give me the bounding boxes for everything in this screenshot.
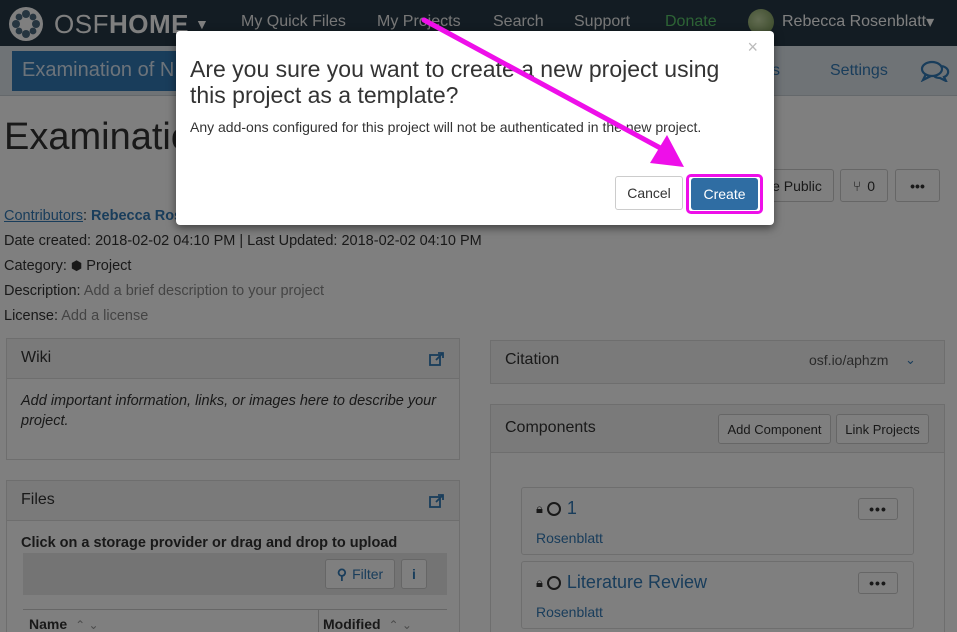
modal-title: Are you sure you want to create a new pr… — [190, 56, 720, 108]
close-icon[interactable]: × — [747, 37, 758, 58]
cancel-button[interactable]: Cancel — [615, 176, 683, 210]
create-button[interactable]: Create — [691, 178, 758, 210]
create-from-template-modal: × Are you sure you want to create a new … — [176, 31, 774, 225]
modal-body: Any add-ons configured for this project … — [190, 119, 702, 135]
